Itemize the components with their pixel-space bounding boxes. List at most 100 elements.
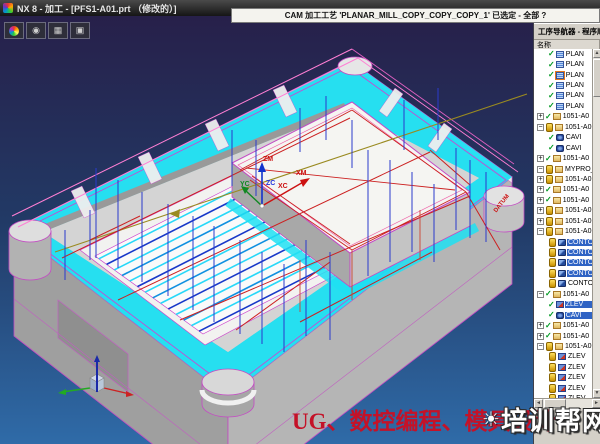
expand-icon[interactable]: + [537,113,544,120]
expand-icon[interactable]: + [537,155,544,162]
tree-row[interactable]: ✓PLAN [534,91,592,101]
cont-operation-icon [558,259,566,266]
tree-row[interactable]: −1051-A0 [534,122,592,132]
tree-row[interactable]: +✓1051-A0 [534,195,592,205]
tree-row[interactable]: ✓ZLEV [534,300,592,310]
tree-row[interactable]: ZLEV [534,373,592,383]
cav-operation-icon [556,312,564,319]
z-operation-icon [558,374,566,381]
navigator-title[interactable]: 工序导航器 - 程序顺序 [534,23,600,40]
tree-row[interactable]: ✓PLAN [534,49,592,59]
regenerate-warning-icon [546,123,553,132]
nx-swirl-icon[interactable] [4,22,24,39]
tree-row[interactable]: ZLEV [534,383,592,393]
check-icon: ✓ [548,50,555,58]
tree-row[interactable]: +✓1051-A0 [534,185,592,195]
check-icon: ✓ [548,92,555,100]
tree-row[interactable]: ✓CAVI [534,133,592,143]
tree-row[interactable]: +✓ 1051-A0 [534,320,592,330]
regenerate-warning-icon [546,165,553,174]
axis-label-yc: YC [240,181,250,188]
tree-row[interactable]: CONTO [534,268,592,278]
navigator-rows: ✓PLAN✓PLAN✓PLAN✓PLAN✓PLAN✓PLAN+✓1051-A0−… [534,49,592,398]
tree-row[interactable]: −1051-A0 [534,226,592,236]
grid-glyph: ▦ [54,25,63,36]
tree-item-label: 1051-A0 [562,322,592,329]
collapse-icon[interactable]: − [537,166,544,173]
tree-row[interactable]: +✓1051-A0 [534,331,592,341]
plan-operation-icon [556,103,564,110]
axis-label-zm: ZM [263,156,273,163]
collapse-icon[interactable]: − [537,124,544,131]
tree-row[interactable]: +✓1051-A0 [534,153,592,163]
nx-app-icon [3,3,13,13]
check-icon: ✓ [545,113,552,121]
tree-item-label: PLAN [565,82,592,89]
scroll-up-icon[interactable]: ▲ [593,49,600,58]
vertical-scroll-thumb[interactable] [593,59,600,97]
expand-icon[interactable]: + [537,218,544,225]
tree-row[interactable]: − MYPRO_1 [534,164,592,174]
z-operation-icon [558,364,566,371]
tree-item-label: MYPRO_1 [564,166,592,173]
status-message: CAM 加工工艺 'PLANAR_MILL_COPY_COPY_COPY_1' … [285,10,547,21]
window-icon[interactable]: ▣ [70,22,90,39]
tree-row[interactable]: ZLEV [534,362,592,372]
tree-item-label: CONTO [567,280,592,287]
tree-row[interactable]: ✓PLAN [534,70,592,80]
tree-row[interactable]: ✓PLAN [534,101,592,111]
sphere-icon[interactable]: ◉ [26,22,46,39]
check-icon: ✓ [545,322,552,330]
regenerate-warning-icon [546,206,553,215]
tree-row[interactable]: +✓1051-A0 [534,112,592,122]
tree-row[interactable]: +1051-A0 [534,206,592,216]
tree-row[interactable]: CONTO [534,258,592,268]
operation-navigator-panel: 工序导航器 - 程序顺序 名称 ✓PLAN✓PLAN✓PLAN✓PLAN✓PLA… [533,23,600,444]
tree-row[interactable]: +1051-A0 [534,174,592,184]
tree-row[interactable]: −✓1051-A0 [534,289,592,299]
prog-operation-icon [553,322,561,329]
tree-row[interactable]: ✓PLAN [534,80,592,90]
check-icon: ✓ [545,290,552,298]
regenerate-warning-icon [549,248,556,257]
regenerate-warning-icon [549,373,556,382]
tree-row[interactable]: CONTO [534,279,592,289]
expand-icon[interactable]: + [537,322,544,329]
cav-operation-icon [556,134,564,141]
tree-item-label: 1051-A0 [564,218,592,225]
axis-label-xc: XC [278,183,288,190]
prog-operation-icon [553,186,561,193]
plan-operation-icon [556,72,564,79]
tree-row[interactable]: −1051-A0 [534,341,592,351]
collapse-icon[interactable]: − [537,291,544,298]
tree-row[interactable]: ZLEV [534,352,592,362]
expand-icon[interactable]: + [537,333,544,340]
expand-icon[interactable]: + [537,197,544,204]
collapse-icon[interactable]: − [537,228,544,235]
cad-model-canvas[interactable]: DATUM ZM ZC [0,16,533,444]
tree-row[interactable]: +1051-A0 [534,216,592,226]
vertical-scrollbar[interactable]: ▲ ▼ [592,49,600,398]
expand-icon[interactable]: + [537,207,544,214]
expand-icon[interactable]: + [537,176,544,183]
tree-item-label: PLAN [565,72,592,79]
tree-item-label: CAVI [565,145,592,152]
prog-operation-icon [555,343,563,350]
status-message-bar: CAM 加工工艺 'PLANAR_MILL_COPY_COPY_COPY_1' … [231,8,600,23]
tree-item-label: ZLEV [567,364,592,371]
tree-row[interactable]: CONTO [534,247,592,257]
grid-icon[interactable]: ▦ [48,22,68,39]
prog-operation-icon [555,124,563,131]
plan-operation-icon [556,92,564,99]
tree-row[interactable]: ✓PLAN [534,59,592,69]
watermark-logo-text: 培训帮网 [501,401,600,438]
tree-row[interactable]: CONTO [534,237,592,247]
expand-icon[interactable]: + [537,186,544,193]
tree-row[interactable]: ✓CAVI [534,310,592,320]
tree-item-label: 1051-A0 [562,197,592,204]
graphics-viewport[interactable]: ◉ ▦ ▣ [0,16,533,444]
collapse-icon[interactable]: − [537,343,544,350]
tree-item-label: 1051-A0 [564,176,592,183]
tree-row[interactable]: ✓CAVI [534,143,592,153]
scroll-down-icon[interactable]: ▼ [593,389,600,398]
